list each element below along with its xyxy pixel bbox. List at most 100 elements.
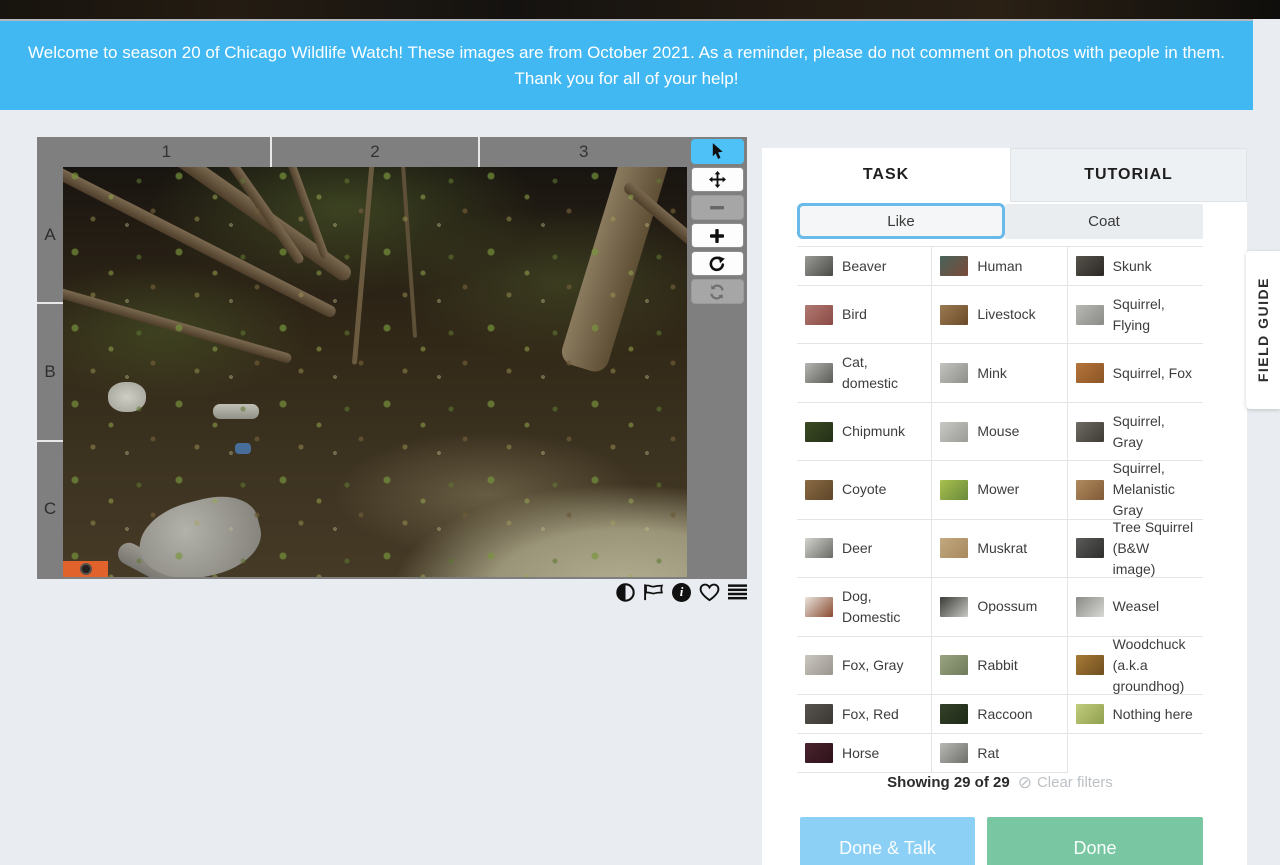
zoom-in-tool-button[interactable] <box>690 223 744 248</box>
choice-label: Livestock <box>977 306 1036 323</box>
choice-dog-domestic[interactable]: Dog, Domestic <box>797 578 933 637</box>
rotate-tool-button[interactable] <box>690 251 744 276</box>
choice-mouse[interactable]: Mouse <box>932 402 1068 462</box>
choice-opossum[interactable]: Opossum <box>932 578 1068 637</box>
column-label-1: 1 <box>161 142 172 161</box>
choice-rabbit[interactable]: Rabbit <box>932 636 1068 695</box>
tab-task[interactable]: TASK <box>762 148 1010 202</box>
choice-human[interactable]: Human <box>932 247 1068 286</box>
move-tool-button[interactable] <box>690 167 744 192</box>
choice-thumbnail <box>1075 704 1104 724</box>
filter-coat-button[interactable]: Coat <box>1005 204 1203 239</box>
list-icon <box>728 584 747 600</box>
row-label-C: C <box>37 439 63 577</box>
reset-tool-button <box>690 279 744 304</box>
invert-colors-button[interactable] <box>616 582 635 602</box>
choice-squirrel-flying[interactable]: Squirrel, Flying <box>1067 286 1203 345</box>
tab-tutorial[interactable]: TUTORIAL <box>1010 148 1247 202</box>
choice-tree-squirrel-b-w-image[interactable]: Tree Squirrel (B&W image) <box>1067 519 1203 579</box>
choice-thumbnail <box>1075 421 1104 442</box>
choice-label: Beaver <box>842 257 887 274</box>
choice-label: Nothing here <box>1112 705 1193 722</box>
clear-filters-icon: ⊘ <box>1017 773 1032 792</box>
litter-shape <box>235 443 251 454</box>
choice-muskrat[interactable]: Muskrat <box>932 519 1068 579</box>
flag-button[interactable] <box>643 583 664 601</box>
choice-beaver[interactable]: Beaver <box>797 247 933 286</box>
squirrel-shape <box>131 487 269 577</box>
row-label-B: B <box>37 302 63 439</box>
choice-label: Opossum <box>977 598 1038 615</box>
choice-thumbnail <box>940 704 969 724</box>
choice-cat-domestic[interactable]: Cat, domestic <box>797 344 933 403</box>
task-panel: TASK TUTORIAL Like Coat Beaver Human Skunk… <box>762 148 1247 865</box>
choice-fox-red[interactable]: Fox, Red <box>797 695 933 734</box>
choice-thumbnail <box>1075 304 1104 325</box>
done-button[interactable]: Done <box>987 817 1203 865</box>
species-choice-grid: Beaver Human Skunk Bird Livestock Squirrel, F… <box>797 246 1203 773</box>
clear-filters-label: Clear filters <box>1036 774 1113 791</box>
field-guide-tab[interactable]: FIELD GUIDE <box>1246 251 1280 409</box>
branch-shape <box>63 167 355 284</box>
choice-squirrel-gray[interactable]: Squirrel, Gray <box>1067 403 1203 462</box>
choice-squirrel-melanistic-gray[interactable]: Squirrel, Melanistic Gray <box>1067 460 1203 520</box>
viewer-toolbar <box>687 137 747 579</box>
choice-label: Raccoon <box>977 705 1033 722</box>
choice-thumbnail <box>940 479 969 500</box>
choice-thumbnail <box>805 538 833 559</box>
choice-fox-gray[interactable]: Fox, Gray <box>797 636 933 695</box>
choice-livestock[interactable]: Livestock <box>932 286 1068 345</box>
choice-label: Mower <box>977 481 1020 498</box>
contrast-icon <box>616 582 635 602</box>
rotate-icon <box>709 255 725 272</box>
choice-weasel[interactable]: Weasel <box>1067 578 1203 637</box>
choice-deer[interactable]: Deer <box>797 519 933 579</box>
choice-chipmunk[interactable]: Chipmunk <box>797 402 933 462</box>
header-background-strip <box>0 0 1280 19</box>
choice-skunk[interactable]: Skunk <box>1067 247 1203 286</box>
choice-coyote[interactable]: Coyote <box>797 461 933 520</box>
choice-thumbnail <box>940 304 969 325</box>
row-ruler: A BC <box>37 167 63 577</box>
subject-info-button[interactable]: i <box>672 582 691 602</box>
choice-raccoon[interactable]: Raccoon <box>932 695 1068 734</box>
done-and-talk-button[interactable]: Done & Talk <box>800 817 975 865</box>
choice-mink[interactable]: Mink <box>932 344 1068 403</box>
branch-shape <box>236 167 330 260</box>
choice-label: Fox, Red <box>842 705 899 722</box>
choice-label: Dog, Domestic <box>842 587 901 625</box>
choice-label: Woodchuck (a.k.a groundhog) <box>1112 635 1186 694</box>
branch-shape <box>63 271 293 365</box>
choice-label: Chipmunk <box>842 423 906 440</box>
clear-filters-button[interactable]: ⊘ Clear filters <box>1018 774 1113 791</box>
choice-rat[interactable]: Rat <box>932 734 1068 773</box>
action-buttons: Done & Talk Done <box>800 817 1206 865</box>
choice-label: Rat <box>977 744 1000 761</box>
choice-thumbnail <box>805 655 833 676</box>
choice-woodchuck-a-k-a-groundhog[interactable]: Woodchuck (a.k.a groundhog) <box>1067 635 1203 695</box>
choice-thumbnail <box>940 421 969 442</box>
tree-trunk-shape <box>558 167 672 375</box>
choice-nothing-here[interactable]: Nothing here <box>1067 695 1203 734</box>
filter-like-button[interactable]: Like <box>797 203 1005 239</box>
favorite-button[interactable] <box>699 583 720 602</box>
choice-thumbnail <box>1075 538 1104 559</box>
column-label-2: 2 <box>269 137 479 167</box>
showing-count-label: Showing 29 of 29 <box>887 774 1010 791</box>
choice-horse[interactable]: Horse <box>797 734 933 773</box>
choice-mower[interactable]: Mower <box>932 461 1068 520</box>
branch-shape <box>63 167 338 320</box>
choice-label: Fox, Gray <box>842 656 904 673</box>
choice-thumbnail <box>805 704 833 724</box>
choice-bird[interactable]: Bird <box>797 286 933 345</box>
choice-label: Squirrel, Fox <box>1112 364 1193 381</box>
metadata-button[interactable] <box>728 584 747 600</box>
annotate-tool-button[interactable] <box>690 139 744 164</box>
sapling-shape <box>400 167 418 338</box>
subject-image[interactable] <box>63 167 687 577</box>
branch-shape <box>621 180 687 286</box>
choice-thumbnail <box>1075 256 1104 276</box>
choice-squirrel-fox[interactable]: Squirrel, Fox <box>1067 344 1203 403</box>
choice-label: Deer <box>842 539 873 556</box>
move-icon <box>708 171 726 188</box>
